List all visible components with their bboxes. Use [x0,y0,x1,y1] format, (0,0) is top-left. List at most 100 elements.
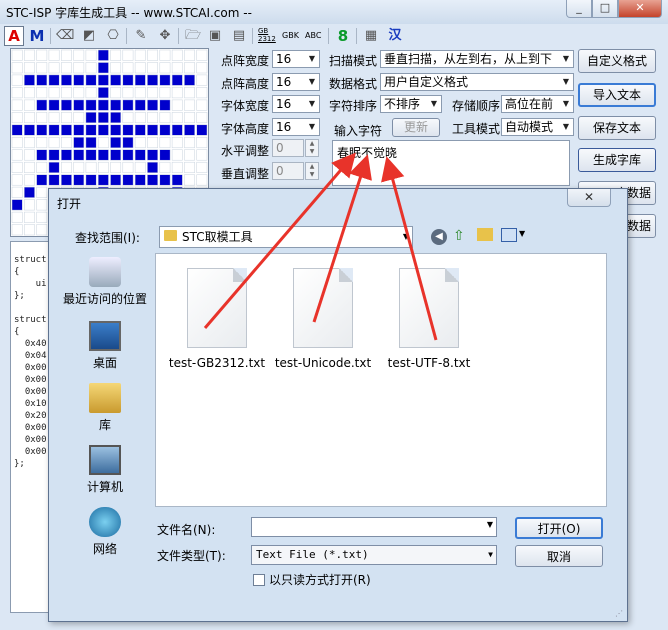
open-folder-icon[interactable]: 🗁 [184,27,202,45]
import-text-button[interactable]: 导入文本 [578,83,656,107]
font-m-button[interactable]: M [28,27,46,45]
input-text-area[interactable]: 春眠不觉晓 [332,140,570,186]
grid-cell [171,49,183,61]
char-sort-select[interactable]: 不排序 ▼ [380,95,442,113]
open-button[interactable]: 打开(O) [515,517,603,539]
grid-cell [184,99,195,111]
grid-cell [159,49,171,61]
font-height-select[interactable]: 16 ▼ [272,118,320,136]
grid-cell [196,174,208,186]
tool-mode-select[interactable]: 自动模式 ▼ [501,118,574,136]
grid-cell [184,49,195,61]
chevron-down-icon[interactable]: ▼ [519,229,525,238]
grid-cell [24,199,35,211]
view-menu-icon[interactable] [501,228,517,242]
file-item[interactable]: test-GB2312.txt [162,268,272,370]
stamp-icon[interactable]: ⎔ [104,27,122,45]
minimize-button[interactable]: _ [566,0,592,18]
file-item[interactable]: test-Unicode.txt [268,268,378,370]
dialog-close-button[interactable]: ✕ [567,189,611,207]
grid-cell [24,211,35,223]
grid-cell [36,186,48,198]
place-libraries[interactable]: 库 [59,383,151,433]
grid-cell [196,87,208,99]
checkbox-icon[interactable] [253,574,265,586]
grid-cell [11,74,23,86]
data-format-select[interactable]: 用户自定义格式 ▼ [380,73,574,91]
code-output[interactable]: struct { ui }; struct { 0x40 0x04 0x00 0… [10,241,52,613]
grid-cell [97,149,109,161]
grid-cell [134,161,146,173]
up-folder-icon[interactable]: ⇧ [453,228,465,244]
new-folder-icon[interactable] [477,228,493,241]
network-icon [89,507,121,537]
grid-cell [97,87,109,99]
grid-cell [171,99,183,111]
storage-order-select[interactable]: 高位在前 ▼ [501,95,574,113]
matrix-height-select[interactable]: 16 ▼ [272,73,320,91]
h-adjust-spinner[interactable]: ▲ ▼ [305,139,319,157]
cancel-button[interactable]: 取消 [515,545,603,567]
grid-cell [97,49,109,61]
grid-cell [24,99,35,111]
update-button[interactable]: 更新 [392,118,440,137]
grid-cell [196,49,208,61]
eraser-icon[interactable]: ⌫ [56,27,74,45]
v-adjust-input[interactable]: 0 [272,162,304,180]
gb2312-button[interactable]: GB 2312 [258,27,276,43]
generate-font-button[interactable]: 生成字库 [578,148,656,172]
grid-cell [11,199,23,211]
matrix-height-label: 点阵高度 [221,77,270,91]
file-list[interactable]: test-GB2312.txt test-Unicode.txt test-UT… [155,253,607,507]
grid-cell [97,62,109,74]
grid-cell [184,149,195,161]
grid-cell [61,149,72,161]
abc-button[interactable]: ABC [305,31,321,40]
grid-cell [36,87,48,99]
file-item[interactable]: test-UTF-8.txt [374,268,484,370]
grid-cell [85,149,97,161]
grid-cell [36,149,48,161]
grid-cell [61,99,72,111]
grid-cell [24,62,35,74]
save-text-button[interactable]: 保存文本 [578,116,656,140]
grid-cell [73,74,85,86]
readonly-checkbox[interactable]: 以只读方式打开(R) [253,571,371,588]
look-in-select[interactable]: STC取模工具 ▼ [159,226,413,248]
font-a-button[interactable]: A [4,26,24,46]
recent-places-icon [89,257,121,287]
matrix-width-select[interactable]: 16 ▼ [272,50,320,68]
chevron-down-icon[interactable]: ▼ [487,520,493,529]
v-adjust-spinner[interactable]: ▲ ▼ [305,162,319,180]
scan-mode-select[interactable]: 垂直扫描，从左到右，从上到下 ▼ [380,50,574,68]
custom-format-button[interactable]: 自定义格式 [578,49,656,73]
save-as-icon[interactable]: ▤ [230,27,248,45]
data-format-label: 数据格式 [329,77,378,91]
file-name-input[interactable]: ▼ [251,517,497,537]
close-button[interactable]: ✕ [618,0,662,18]
chinese-font-button[interactable]: 汉 [386,27,404,45]
grid-color-icon[interactable]: ▦ [362,27,380,45]
file-type-select[interactable]: Text File (*.txt) ▼ [251,545,497,565]
gbk-button[interactable]: GBK [282,31,299,40]
h-adjust-input[interactable]: 0 [272,139,304,157]
grid-cell [97,137,109,149]
place-desktop[interactable]: 桌面 [59,321,151,371]
move-icon[interactable]: ✥ [156,27,174,45]
place-recent[interactable]: 最近访问的位置 [59,257,151,307]
storage-order-label: 存储顺序 [452,99,501,113]
fill-icon[interactable]: ◩ [80,27,98,45]
save-icon[interactable]: ▣ [206,27,224,45]
grid-cell [171,149,183,161]
resize-grip-icon[interactable]: ⋰ [615,609,625,619]
seven-segment-button[interactable]: 8 [334,27,352,45]
place-network[interactable]: 网络 [59,507,151,557]
place-computer[interactable]: 计算机 [59,445,151,495]
maximize-button[interactable]: □ [592,0,618,18]
font-width-select[interactable]: 16 ▼ [272,95,320,113]
grid-cell [171,62,183,74]
grid-cell [61,137,72,149]
grid-cell [85,99,97,111]
back-icon[interactable]: ◀ [431,229,447,245]
pencil-icon[interactable]: ✎ [132,27,150,45]
